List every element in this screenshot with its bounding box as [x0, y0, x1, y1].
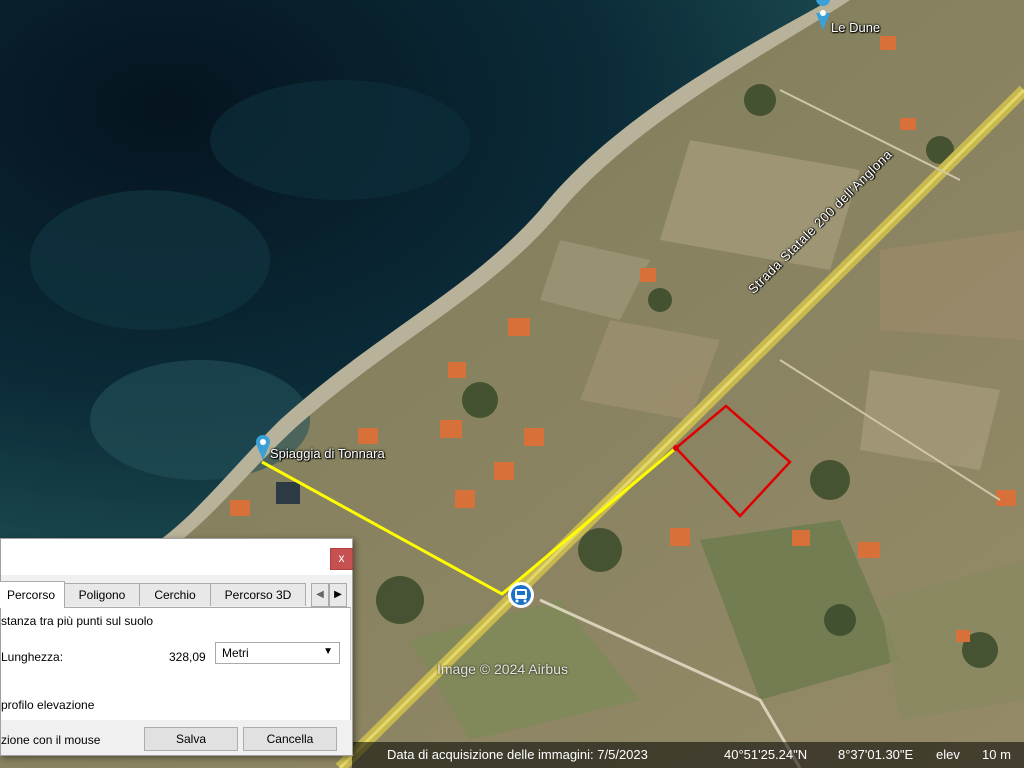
close-button[interactable]: x [330, 548, 353, 570]
save-button[interactable]: Salva [144, 727, 238, 751]
reef-patch [90, 360, 310, 480]
cancel-button[interactable]: Cancella [243, 727, 337, 751]
chevron-down-icon: ▼ [323, 646, 333, 657]
reef-patch [210, 80, 470, 200]
elevation-value: 10 m [982, 747, 1011, 762]
acquisition-date: Data di acquisizione delle immagini: 7/5… [387, 747, 648, 762]
imagery-watermark: Image © 2024 Airbus [437, 661, 568, 677]
tab-bar: Percorso Poligono Cerchio Percorso 3D ◀ … [0, 581, 352, 608]
tab-percorso-3d[interactable]: Percorso 3D [210, 583, 306, 606]
unit-select[interactable]: Metri ▼ [215, 642, 340, 664]
court [276, 482, 300, 504]
place-label-le-dune[interactable]: Le Dune [831, 20, 880, 35]
path-endpoint[interactable] [673, 445, 679, 451]
measure-description: stanza tra più punti sul suolo [1, 614, 154, 628]
elevation-label: elev [936, 747, 960, 762]
place-label-spiaggia[interactable]: Spiaggia di Tonnara [270, 446, 385, 461]
cancel-button-label: Cancella [266, 732, 314, 746]
percorso-panel: stanza tra più punti sul suolo Lunghezza… [1, 607, 351, 720]
longitude-readout: 8°37'01.30"E [838, 747, 914, 762]
status-bar: Data di acquisizione delle immagini: 7/5… [352, 742, 1024, 768]
ruler-dialog[interactable]: x Percorso Poligono Cerchio Percorso 3D … [0, 538, 353, 756]
tab-percorso[interactable]: Percorso [0, 581, 65, 608]
bus-stop-icon[interactable] [508, 582, 534, 608]
dialog-titlebar[interactable]: x [1, 539, 353, 575]
tab-cerchio[interactable]: Cerchio [139, 583, 211, 606]
elevation-profile-option[interactable]: profilo elevazione [1, 698, 94, 712]
tab-scroll-left-icon[interactable]: ◀ [311, 583, 329, 607]
tab-scroll-right-icon[interactable]: ▶ [329, 583, 347, 607]
length-value: 328,09 [169, 650, 206, 664]
latitude-readout: 40°51'25.24"N [724, 747, 808, 762]
length-label: Lunghezza: [1, 650, 64, 664]
unit-select-value: Metri [222, 646, 249, 660]
mouse-navigation-option[interactable]: zione con il mouse [1, 733, 100, 747]
reef-patch [30, 190, 270, 330]
save-button-label: Salva [175, 732, 207, 746]
tab-poligono[interactable]: Poligono [64, 583, 140, 606]
